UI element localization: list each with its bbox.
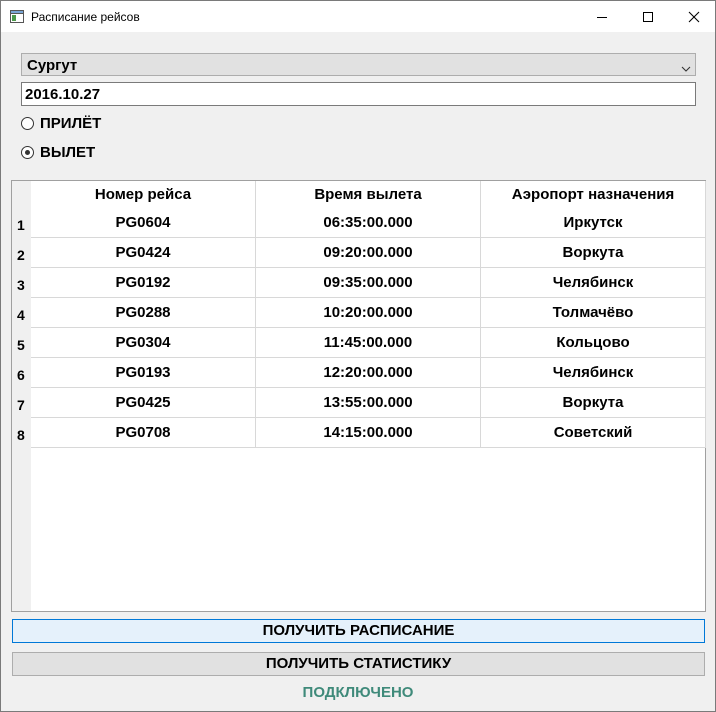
row-number[interactable]: 8: [17, 427, 25, 443]
cell-flight[interactable]: PG0708: [31, 418, 256, 448]
cell-flight[interactable]: PG0604: [31, 208, 256, 238]
cell-flight[interactable]: PG0424: [31, 238, 256, 268]
cell-flight[interactable]: PG0193: [31, 358, 256, 388]
cell-flight[interactable]: PG0425: [31, 388, 256, 418]
app-window-icon: [10, 10, 24, 23]
column-header-time[interactable]: Время вылета: [256, 181, 481, 208]
cell-destination[interactable]: Иркутск: [481, 208, 706, 238]
cell-destination[interactable]: Кольцово: [481, 328, 706, 358]
maximize-icon: [643, 12, 653, 22]
radio-selected-dot: [25, 150, 30, 155]
cell-flight[interactable]: PG0288: [31, 298, 256, 328]
arrival-radio[interactable]: ПРИЛЁТ: [21, 114, 221, 134]
get-schedule-button[interactable]: ПОЛУЧИТЬ РАСПИСАНИЕ: [12, 619, 705, 643]
cell-destination[interactable]: Воркута: [481, 238, 706, 268]
cell-time[interactable]: 13:55:00.000: [256, 388, 481, 418]
cell-time[interactable]: 09:20:00.000: [256, 238, 481, 268]
connection-status: ПОДКЛЮЧЕНО: [302, 684, 414, 701]
close-button[interactable]: [671, 1, 716, 32]
cell-time[interactable]: 09:35:00.000: [256, 268, 481, 298]
cell-flight[interactable]: PG0192: [31, 268, 256, 298]
row-number[interactable]: 4: [17, 307, 25, 323]
row-number[interactable]: 1: [17, 217, 25, 233]
row-number[interactable]: 7: [17, 397, 25, 413]
departure-radio-label[interactable]: ВЫЛЕТ: [40, 144, 95, 161]
cell-time[interactable]: 14:15:00.000: [256, 418, 481, 448]
cell-time[interactable]: 06:35:00.000: [256, 208, 481, 238]
column-header-destination[interactable]: Аэропорт назначения: [481, 181, 706, 208]
airport-dropdown-value: Сургут: [27, 57, 78, 74]
table-corner-button[interactable]: [12, 181, 31, 208]
cell-destination[interactable]: Советский: [481, 418, 706, 448]
maximize-button[interactable]: [625, 1, 671, 32]
window-title: Расписание рейсов: [31, 10, 140, 24]
close-icon: [688, 11, 700, 23]
chevron-down-icon: [681, 60, 691, 78]
row-number[interactable]: 6: [17, 367, 25, 383]
row-number[interactable]: 2: [17, 247, 25, 263]
cell-time[interactable]: 12:20:00.000: [256, 358, 481, 388]
app-window: Расписание рейсов Сургут ПР: [0, 0, 716, 712]
departure-radio-circle[interactable]: [21, 146, 34, 159]
row-number[interactable]: 3: [17, 277, 25, 293]
row-number[interactable]: 5: [17, 337, 25, 353]
minimize-button[interactable]: [579, 1, 625, 32]
cell-time[interactable]: 10:20:00.000: [256, 298, 481, 328]
cell-time[interactable]: 11:45:00.000: [256, 328, 481, 358]
column-header-flight[interactable]: Номер рейса: [31, 181, 256, 208]
departure-radio[interactable]: ВЫЛЕТ: [21, 143, 221, 163]
date-field[interactable]: [21, 82, 696, 106]
arrival-radio-label[interactable]: ПРИЛЁТ: [40, 115, 101, 132]
row-header-column: [12, 181, 31, 611]
minimize-icon: [597, 17, 607, 18]
cell-flight[interactable]: PG0304: [31, 328, 256, 358]
get-statistics-button[interactable]: ПОЛУЧИТЬ СТАТИСТИКУ: [12, 652, 705, 676]
arrival-radio-circle[interactable]: [21, 117, 34, 130]
cell-destination[interactable]: Воркута: [481, 388, 706, 418]
cell-destination[interactable]: Толмачёво: [481, 298, 706, 328]
schedule-table[interactable]: Номер рейса Время вылета Аэропорт назнач…: [11, 180, 706, 612]
title-bar[interactable]: Расписание рейсов: [1, 1, 715, 32]
cell-destination[interactable]: Челябинск: [481, 358, 706, 388]
airport-dropdown[interactable]: Сургут: [21, 53, 696, 76]
cell-destination[interactable]: Челябинск: [481, 268, 706, 298]
